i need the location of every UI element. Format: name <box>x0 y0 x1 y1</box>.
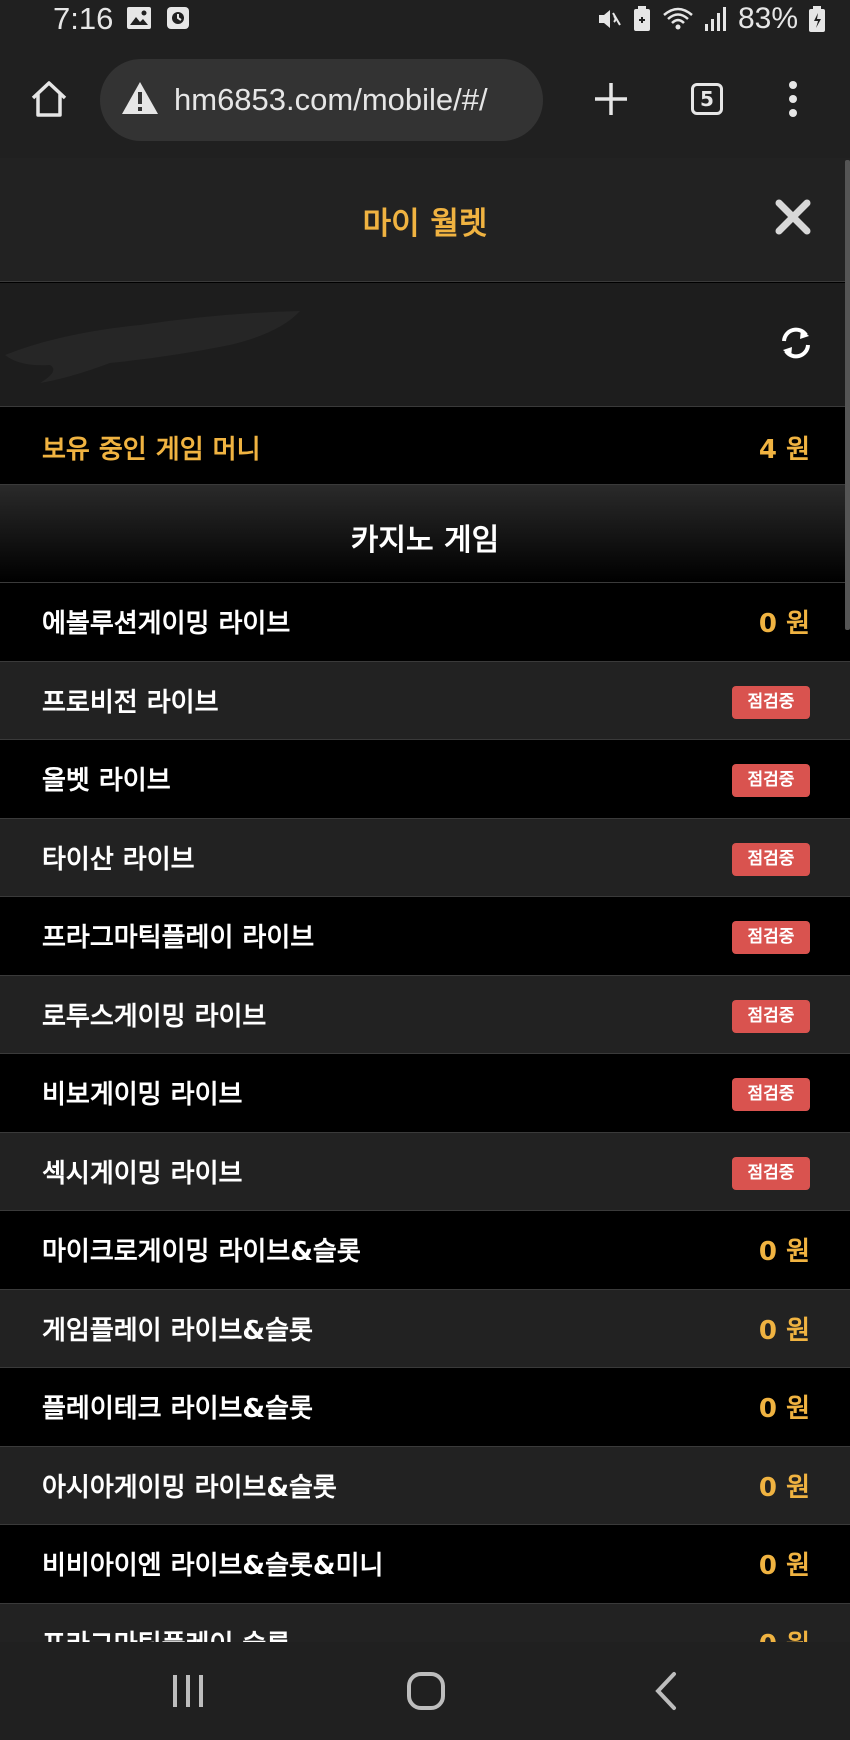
game-name: 아시아게이밍 라이브&슬롯 <box>42 1472 337 1503</box>
game-row[interactable]: 프로비전 라이브 점검중 <box>0 661 850 740</box>
game-row[interactable]: 플레이테크 라이브&슬롯 0 원 <box>0 1368 850 1447</box>
back-icon[interactable] <box>650 1671 680 1711</box>
banner-silhouette <box>5 311 300 383</box>
game-money-row: 보유 중인 게임 머니 4 원 <box>0 407 850 485</box>
game-row[interactable]: 프라그마틱플레이 라이브 점검중 <box>0 897 850 976</box>
game-row[interactable]: 로투스게이밍 라이브 점검중 <box>0 975 850 1054</box>
game-balance: 0 원 <box>758 1315 810 1346</box>
game-balance: 0 원 <box>759 1624 810 1643</box>
maintenance-badge: 점검중 <box>732 921 810 954</box>
gallery-icon <box>127 7 151 29</box>
wallet-title: 마이 월렛 <box>362 206 488 242</box>
game-name: 프라그마틱플레이 슬롯 <box>42 1624 290 1643</box>
warning-icon[interactable] <box>120 80 160 116</box>
battery-icon <box>809 6 825 32</box>
game-row[interactable]: 비비아이엔 라이브&슬롯&미니 0 원 <box>0 1525 850 1604</box>
game-name: 올벳 라이브 <box>42 766 171 796</box>
game-balance: 0 원 <box>758 1394 810 1424</box>
signal-icon <box>704 7 726 31</box>
game-row[interactable]: 프라그마틱플레이 슬롯 0 원 <box>0 1603 850 1643</box>
game-name: 에볼루션게이밍 라이브 <box>42 609 291 639</box>
scrollbar[interactable] <box>845 160 850 630</box>
tabs-icon[interactable]: 5 <box>691 83 723 115</box>
game-row[interactable]: 비보게이밍 라이브 점검중 <box>0 1054 850 1133</box>
game-row[interactable]: 섹시게이밍 라이브 점검중 <box>0 1132 850 1211</box>
menu-dots-icon[interactable] <box>783 78 803 120</box>
wallet-banner <box>0 283 850 407</box>
game-row[interactable]: 에볼루션게이밍 라이브 0 원 <box>0 583 850 662</box>
game-balance: 0 원 <box>758 1472 810 1503</box>
game-balance: 0 원 <box>758 1237 810 1267</box>
navigation-bar <box>0 1642 850 1740</box>
status-time: 7:16 <box>53 1 114 36</box>
wifi-icon <box>663 7 693 30</box>
game-name: 프로비전 라이브 <box>42 687 219 718</box>
maintenance-badge: 점검중 <box>732 1156 810 1190</box>
home-icon[interactable] <box>28 78 70 120</box>
section-header: 카지노 게임 <box>0 485 850 583</box>
browser-toolbar: hm6853.com/mobile/#/ 5 <box>0 40 850 158</box>
game-name: 비비아이엔 라이브&슬롯&미니 <box>42 1551 384 1581</box>
game-balance: 0 원 <box>758 1551 810 1581</box>
game-row[interactable]: 게임플레이 라이브&슬롯 0 원 <box>0 1289 850 1368</box>
maintenance-badge: 점검중 <box>732 685 810 719</box>
close-icon[interactable] <box>773 197 813 237</box>
game-row[interactable]: 올벳 라이브 점검중 <box>0 740 850 819</box>
url-text[interactable]: hm6853.com/mobile/#/ <box>174 80 530 120</box>
plus-icon[interactable] <box>592 80 630 118</box>
game-name: 마이크로게이밍 라이브&슬롯 <box>42 1237 361 1267</box>
status-bar: 7:16 83% <box>0 0 850 40</box>
recent-apps-icon[interactable] <box>170 1672 206 1710</box>
game-money-value: 4 원 <box>758 435 810 465</box>
game-name: 플레이테크 라이브&슬롯 <box>42 1394 313 1424</box>
screen-record-icon <box>167 7 189 29</box>
game-name: 로투스게이밍 라이브 <box>42 1001 267 1032</box>
game-row[interactable]: 타이산 라이브 점검중 <box>0 818 850 897</box>
battery-percent: 83% <box>737 2 798 35</box>
game-money-label: 보유 중인 게임 머니 <box>42 435 261 465</box>
refresh-icon[interactable] <box>779 326 813 360</box>
maintenance-badge: 점검중 <box>732 764 810 797</box>
game-row[interactable]: 마이크로게이밍 라이브&슬롯 0 원 <box>0 1211 850 1290</box>
game-name: 프라그마틱플레이 라이브 <box>42 923 315 953</box>
battery-saver-icon <box>633 6 650 31</box>
status-right: 83% <box>596 0 826 38</box>
mute-icon <box>598 10 621 28</box>
game-list: 에볼루션게이밍 라이브 0 원 프로비전 라이브 점검중 올벳 라이브 점검중 타이산 라이… <box>0 583 850 1642</box>
maintenance-badge: 점검중 <box>732 1078 810 1111</box>
game-name: 타이산 라이브 <box>42 844 195 875</box>
maintenance-badge: 점검중 <box>732 999 810 1033</box>
game-name: 비보게이밍 라이브 <box>42 1080 243 1110</box>
maintenance-badge: 점검중 <box>732 842 810 876</box>
section-title: 카지노 게임 <box>350 523 500 558</box>
home-button-icon[interactable] <box>406 1671 446 1711</box>
game-name: 게임플레이 라이브&슬롯 <box>42 1315 313 1346</box>
wallet-header: 마이 월렛 <box>0 158 850 282</box>
game-name: 섹시게이밍 라이브 <box>42 1158 243 1189</box>
game-row[interactable]: 아시아게이밍 라이브&슬롯 0 원 <box>0 1446 850 1525</box>
game-balance: 0 원 <box>758 609 810 639</box>
